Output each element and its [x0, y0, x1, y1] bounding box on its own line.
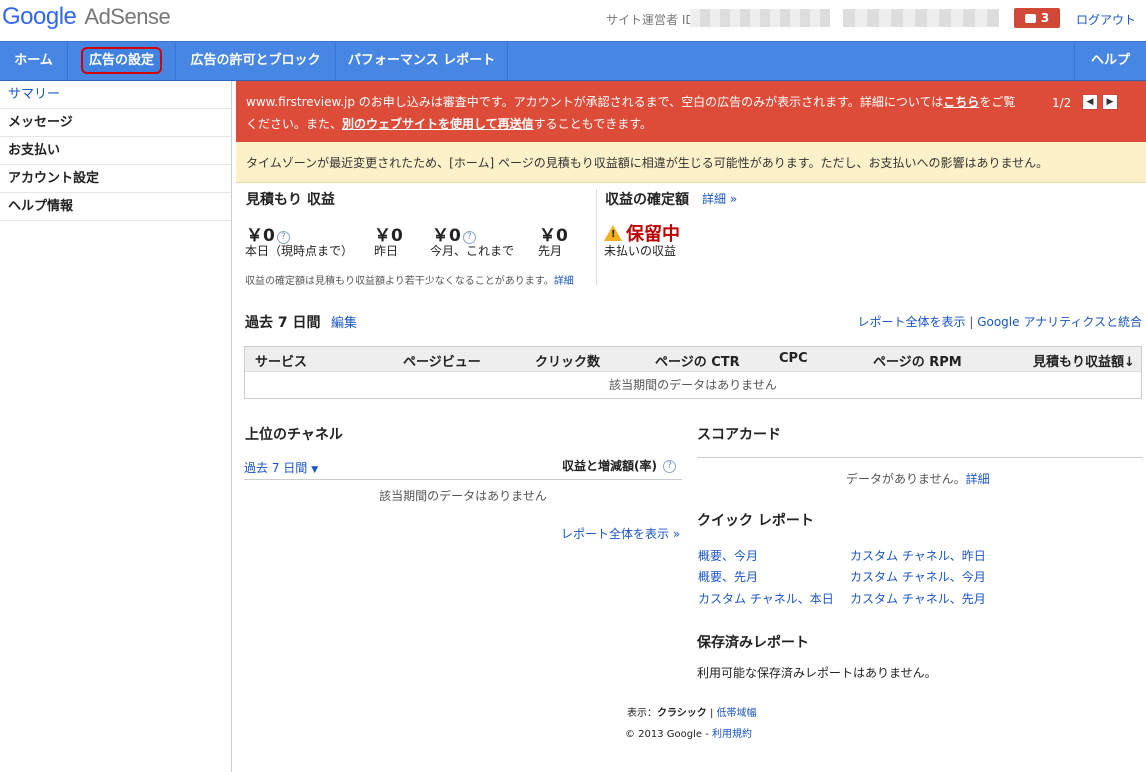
- logo-google: Google: [2, 3, 77, 30]
- alert-text-1: www.firstreview.jp のお申し込みは審査中です。アカウントが承認…: [246, 95, 944, 109]
- alert-text-3: することもできます。: [533, 117, 652, 131]
- warning-icon: !: [604, 225, 622, 241]
- notification-button[interactable]: 3: [1014, 8, 1060, 28]
- quick-report-overview-this-month[interactable]: 概要、今月: [698, 547, 758, 564]
- tab-allow-block-label: 広告の許可とブロック: [190, 53, 321, 68]
- quick-report-channel-today[interactable]: カスタム チャネル、本日: [698, 590, 834, 607]
- top-channels-title: 上位のチャネル: [245, 427, 343, 443]
- analytics-link[interactable]: Google アナリティクスと統合: [977, 315, 1142, 329]
- publisher-id-label: サイト運営者 ID:: [606, 13, 699, 27]
- copyright-text: © 2013 Google -: [625, 729, 713, 740]
- footer-display-label: 表示：: [627, 708, 657, 719]
- quick-report-channel-yesterday[interactable]: カスタム チャネル、昨日: [850, 547, 986, 564]
- col-service[interactable]: サービス: [255, 351, 307, 370]
- finalized-earnings-title: 収益の確定額: [605, 192, 689, 208]
- quick-report-channel-this-month[interactable]: カスタム チャネル、今月: [850, 568, 986, 585]
- earnings-note: 収益の確定額は見積もり収益額より若干少なくなることがあります。詳細: [245, 272, 574, 287]
- footer-display: 表示：クラシック | 低帯域幅: [627, 704, 757, 719]
- col-cpc[interactable]: CPC: [779, 351, 808, 366]
- earnings-month-label: 今月、これまで: [430, 244, 515, 258]
- sidebar-item-summary[interactable]: サマリー: [0, 81, 231, 109]
- col-estimated-earnings[interactable]: 見積もり収益額↓: [1033, 351, 1135, 370]
- alert-here-link[interactable]: こちら: [943, 95, 979, 109]
- sidebar-item-payments[interactable]: お支払い: [0, 137, 231, 165]
- quick-report-channel-last-month[interactable]: カスタム チャネル、先月: [850, 590, 986, 607]
- col-ctr[interactable]: ページの CTR: [655, 351, 740, 370]
- quick-reports-title: クイック レポート: [697, 513, 814, 529]
- header: Google AdSense サイト運営者 ID: 3 ログアウト: [0, 0, 1146, 41]
- earnings-note-text: 収益の確定額は見積もり収益額より若干少なくなることがあります。: [245, 276, 554, 287]
- tab-allow-block[interactable]: 広告の許可とブロック: [176, 42, 336, 80]
- channels-empty-message: 該当期間のデータはありません: [379, 489, 547, 503]
- report-links: レポート全体を表示 | Google アナリティクスと統合: [857, 313, 1142, 330]
- col-rpm[interactable]: ページの RPM: [873, 351, 962, 370]
- saved-reports-title: 保存済みレポート: [697, 635, 809, 651]
- scorecard-title: スコアカード: [697, 427, 781, 443]
- col-clicks[interactable]: クリック数: [535, 351, 600, 370]
- table-empty-message: 該当期間のデータはありません: [609, 378, 777, 392]
- scorecard-divider: [697, 457, 1142, 458]
- alert-message: www.firstreview.jp のお申し込みは審査中です。アカウントが承認…: [246, 91, 1026, 135]
- channels-period-select[interactable]: 過去 7 日間 ▼: [244, 459, 318, 476]
- adsense-logo[interactable]: Google AdSense: [2, 3, 171, 31]
- sidebar-item-help-info[interactable]: ヘルプ情報: [0, 193, 231, 221]
- tab-home[interactable]: ホーム: [0, 42, 68, 80]
- review-alert-banner: www.firstreview.jp のお申し込みは審査中です。アカウントが承認…: [236, 81, 1146, 142]
- col-pageviews[interactable]: ページビュー: [403, 351, 481, 370]
- low-bandwidth-link[interactable]: 低帯域幅: [717, 708, 757, 719]
- main-nav: ホーム 広告の設定 広告の許可とブロック パフォーマンス レポート ヘルプ: [0, 41, 1146, 81]
- edit-period-link[interactable]: 編集: [331, 312, 357, 331]
- sidebar-item-messages[interactable]: メッセージ: [0, 109, 231, 137]
- footer-separator: |: [710, 708, 714, 719]
- table-header: サービス ページビュー クリック数 ページの CTR CPC ページの RPM …: [245, 347, 1141, 372]
- estimated-earnings-title: 見積もり 収益: [246, 192, 335, 208]
- performance-table: サービス ページビュー クリック数 ページの CTR CPC ページの RPM …: [244, 346, 1142, 399]
- earnings-today-label: 本日（現時点まで）: [245, 244, 354, 258]
- tab-ad-settings[interactable]: 広告の設定: [68, 42, 176, 80]
- chat-bubble-icon: [1024, 14, 1036, 23]
- logout-link[interactable]: ログアウト: [1076, 11, 1136, 28]
- channels-full-report-link[interactable]: レポート全体を表示 »: [561, 525, 680, 542]
- unpaid-earnings-label: 未払いの収益: [604, 244, 677, 258]
- scorecard-empty: データがありません。詳細: [846, 470, 990, 487]
- period-title: 過去 7 日間: [245, 315, 321, 331]
- account-name-redacted: [843, 9, 999, 27]
- earnings-last-month-label: 先月: [538, 244, 563, 258]
- saved-reports-empty: 利用可能な保存済みレポートはありません。: [697, 666, 937, 680]
- nav-help[interactable]: ヘルプ: [1074, 42, 1146, 80]
- alert-resubmit-link[interactable]: 別のウェブサイトを使用して再送信: [342, 117, 534, 131]
- notification-count: 3: [1040, 11, 1050, 25]
- scorecard-empty-text: データがありません。: [846, 472, 966, 486]
- alert-next-button[interactable]: ▶: [1102, 94, 1118, 110]
- sidebar-item-account-settings[interactable]: アカウント設定: [0, 165, 231, 193]
- alert-pager: 1/2: [1052, 96, 1072, 110]
- logo-product: AdSense: [84, 4, 171, 29]
- scorecard-details-link[interactable]: 詳細: [966, 472, 990, 486]
- publisher-id-redacted: [690, 9, 830, 27]
- tab-home-label: ホーム: [14, 53, 53, 68]
- links-separator: |: [969, 315, 974, 329]
- alert-prev-button[interactable]: ◀: [1082, 94, 1098, 110]
- sidebar: サマリー メッセージ お支払い アカウント設定 ヘルプ情報: [0, 81, 232, 772]
- help-icon[interactable]: ?: [663, 460, 677, 473]
- channels-divider: [244, 479, 682, 480]
- footer-classic: クラシック: [657, 708, 707, 719]
- earnings-note-link[interactable]: 詳細: [554, 276, 574, 287]
- footer-copyright: © 2013 Google - 利用規約: [625, 725, 752, 740]
- terms-link[interactable]: 利用規約: [712, 729, 752, 740]
- tab-ad-settings-label: 広告の設定: [80, 47, 162, 74]
- earnings-divider: [596, 189, 597, 285]
- channels-column-label: 収益と増減額(率) ?: [562, 457, 677, 474]
- timezone-warning: タイムゾーンが最近変更されたため、[ホーム] ページの見積もり収益額に相違が生じ…: [236, 142, 1146, 183]
- channels-period-label: 過去 7 日間: [244, 461, 308, 475]
- chevron-down-icon: ▼: [311, 465, 319, 475]
- earnings-yesterday-label: 昨日: [374, 244, 399, 258]
- finalized-details-link[interactable]: 詳細 »: [702, 190, 737, 207]
- tab-performance-reports[interactable]: パフォーマンス レポート: [336, 42, 508, 80]
- quick-report-overview-last-month[interactable]: 概要、先月: [698, 568, 758, 585]
- full-report-link[interactable]: レポート全体を表示: [857, 315, 965, 329]
- tab-performance-label: パフォーマンス レポート: [347, 53, 496, 68]
- channels-column-text: 収益と増減額(率): [562, 459, 657, 473]
- main-content: www.firstreview.jp のお申し込みは審査中です。アカウントが承認…: [236, 81, 1146, 772]
